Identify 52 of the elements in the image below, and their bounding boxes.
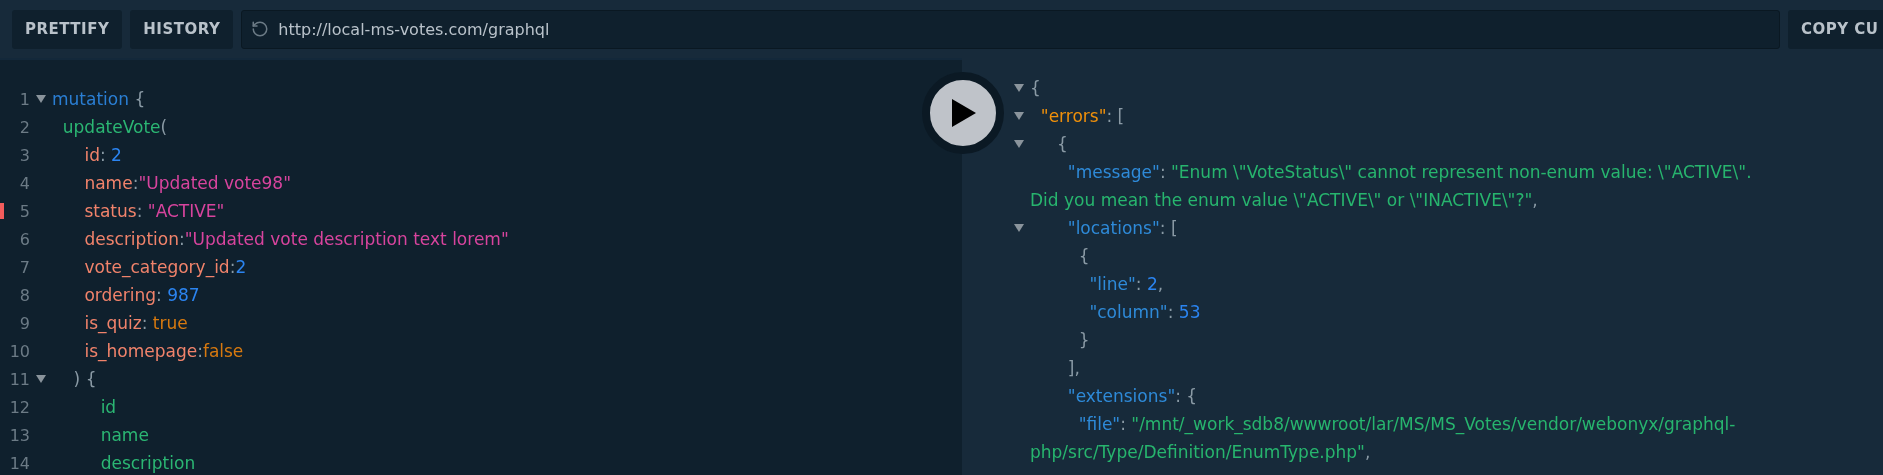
code-line: name [99,424,149,447]
result-line: "file": "/mnt/_work_sdb8/wwwroot/lar/MS/MS_Votes/vendor/webonyx/graphql-php/src/Type/Definition/EnumType.php", [1030,413,1737,464]
line-number: 8 [18,285,30,305]
line-number: 12 [8,397,30,417]
line-number: 2 [18,117,30,137]
fold-triangle-icon[interactable] [36,375,46,383]
line-number: 4 [18,173,30,193]
code-line: ) { [72,368,97,391]
fold-triangle-icon[interactable] [1014,84,1024,92]
result-line: { [1077,245,1091,268]
result-line: } [1077,329,1091,352]
copy-curl-button[interactable]: COPY CU [1788,9,1883,49]
fold-triangle-icon[interactable] [1014,140,1024,148]
fold-triangle-icon[interactable] [1014,112,1024,120]
result-line: "message": "Enum \"VoteStatus\" cannot represent non-enum value: \"ACTIVE\". Did you mean the enum value \"ACTIVE\" or \"INACTIVE\"?", [1030,161,1753,212]
line-number: 10 [8,341,30,361]
code-line: name:"Updated vote98" [83,172,291,195]
result-line: "column": 53 [1088,301,1202,324]
toolbar-button[interactable]: HISTORY [130,9,234,49]
line-number: 13 [8,425,30,445]
result-line: ], [1066,357,1081,380]
line-number: 3 [18,145,30,165]
result-line: "locations": [ [1066,217,1179,240]
toolbar-button[interactable]: PRETTIFY [12,9,123,49]
code-line: updateVote( [61,116,168,139]
result-line: "extensions": { [1066,385,1199,408]
code-line: status: "ACTIVE" [83,200,225,223]
line-number: 7 [18,257,30,277]
code-line: mutation { [52,88,146,111]
code-line: description [99,452,196,475]
result-line: "errors": [ [1039,105,1126,128]
line-number: 5 [18,201,30,221]
code-line: description:"Updated vote description text lorem" [83,228,509,251]
fold-triangle-icon[interactable] [1014,224,1024,232]
code-line: id: 2 [83,144,122,167]
result-line: { [1030,77,1042,100]
line-number: 6 [18,229,30,249]
code-line: is_quiz: true [83,312,188,336]
url-field[interactable]: http://local-ms-votes.com/graphql [241,9,1780,49]
result-line: "line": 2, [1088,273,1165,296]
line-number: 9 [18,313,30,333]
line-number: 11 [8,369,30,389]
code-line: ordering: 987 [83,284,200,307]
fold-triangle-icon[interactable] [36,95,46,103]
code-line: id [99,396,117,419]
code-line: is_homepage:false [83,340,244,364]
line-number: 14 [8,453,30,473]
play-icon [950,99,976,127]
code-line: vote_category_id:2 [83,256,247,280]
line-number: 1 [18,89,30,109]
result-line: { [1056,133,1069,156]
reload-icon[interactable] [251,19,270,38]
